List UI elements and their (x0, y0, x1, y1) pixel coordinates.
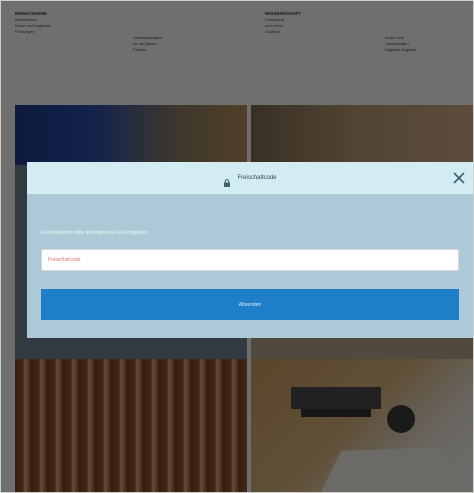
close-icon (453, 172, 465, 184)
dialog-instruction: Freischaltcode bitte im folgenden Feld e… (41, 230, 148, 236)
page-frame: ERWACHSENE Bibliotheken Kurse und Angebo… (0, 0, 474, 493)
dialog-title: Freischaltcode (237, 175, 277, 181)
unlock-code-input[interactable] (41, 249, 459, 271)
submit-button[interactable]: Absenden (41, 289, 459, 320)
unlock-code-dialog: Freischaltcode Freischaltcode bitte im f… (27, 162, 473, 338)
close-button[interactable] (451, 170, 467, 186)
dialog-header: Freischaltcode (27, 162, 473, 194)
lock-icon (223, 174, 231, 187)
